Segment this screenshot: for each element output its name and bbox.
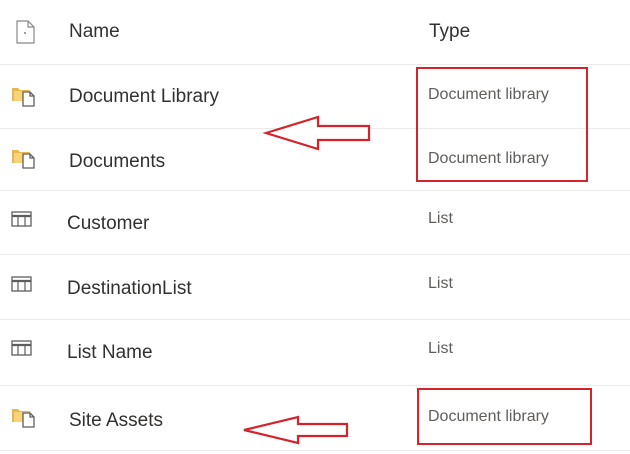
item-name-link[interactable]: Customer [67,213,149,235]
name-column-header[interactable]: Name [69,21,120,43]
document-icon[interactable] [14,20,36,49]
left-arrow-annotation-icon [243,415,349,445]
item-name-link[interactable]: Documents [69,151,165,173]
item-type: List [428,340,453,357]
list-icon [10,339,34,362]
item-name-link[interactable]: DestinationList [67,278,192,300]
list-icon [10,275,34,298]
annotation-highlight-box [416,67,588,182]
item-type: List [428,275,453,292]
list-item[interactable]: Customer List [0,191,630,255]
type-column-header[interactable]: Type [429,21,470,43]
document-library-icon [10,83,38,112]
item-type: List [428,210,453,227]
document-library-icon [10,404,38,433]
item-name-link[interactable]: List Name [67,342,153,364]
document-library-icon [10,145,38,174]
item-name-link[interactable]: Document Library [69,86,219,108]
list-item[interactable]: DestinationList List [0,255,630,320]
column-header-row: Name Type [0,0,630,65]
list-icon [10,210,34,233]
left-arrow-annotation-icon [262,115,371,151]
item-name-link[interactable]: Site Assets [69,410,163,432]
annotation-highlight-box [417,388,592,445]
list-item[interactable]: List Name List [0,320,630,386]
